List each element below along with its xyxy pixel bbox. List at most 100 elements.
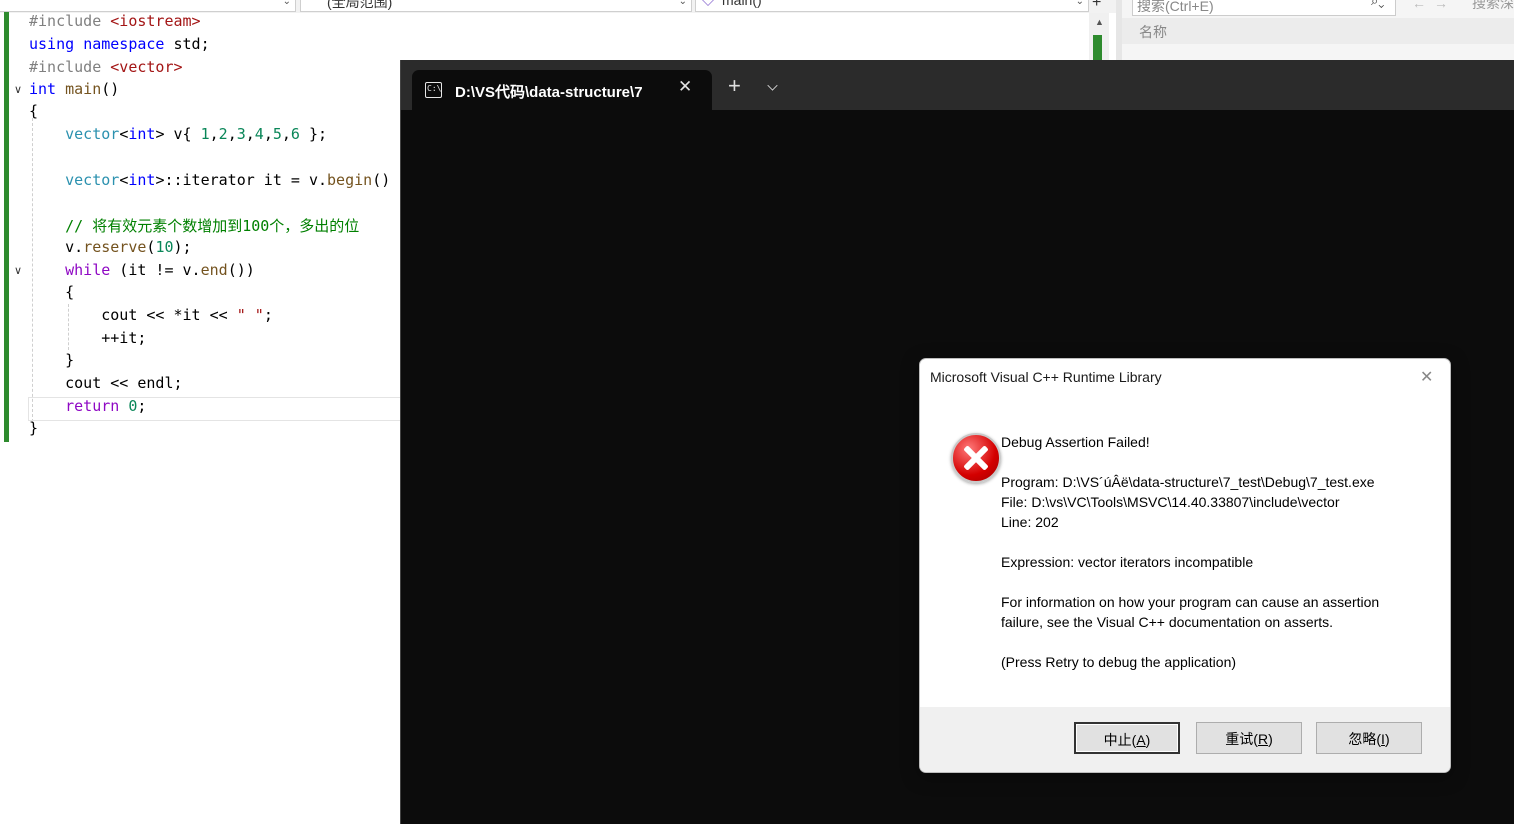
assertion-heading: Debug Assertion Failed! bbox=[1001, 434, 1150, 450]
code-line[interactable]: #include <vector> bbox=[29, 58, 183, 80]
search-icon[interactable]: ⌕⌄ bbox=[1371, 0, 1384, 9]
abort-button[interactable]: 中止(A) bbox=[1074, 722, 1180, 754]
panel-search-placeholder: 搜索(Ctrl+E) bbox=[1137, 0, 1214, 14]
error-icon bbox=[951, 433, 1001, 483]
split-editor-icon[interactable]: + bbox=[1092, 0, 1101, 12]
info-text-line1: For information on how your program can … bbox=[1001, 594, 1380, 610]
code-line[interactable]: // 将有效元素个数增加到100个，多出的位 bbox=[29, 215, 359, 237]
chevron-down-icon: ⌄ bbox=[282, 0, 291, 7]
code-line[interactable]: #include <iostream> bbox=[29, 12, 201, 34]
code-line[interactable]: v.reserve(10); bbox=[29, 238, 192, 260]
code-line[interactable]: using namespace std; bbox=[29, 35, 210, 57]
code-token: ); bbox=[173, 238, 192, 256]
scrollbar-thumb[interactable] bbox=[1093, 35, 1102, 60]
code-token: 1 bbox=[200, 125, 210, 143]
code-line[interactable]: vector<int>::iterator it = v.begin() bbox=[29, 171, 390, 193]
code-line[interactable]: cout << *it << " "; bbox=[29, 306, 273, 328]
code-line[interactable]: cout << endl; bbox=[29, 374, 182, 396]
close-tab-icon[interactable]: ✕ bbox=[678, 77, 692, 97]
retry-button[interactable]: 重试(R) bbox=[1196, 722, 1302, 754]
code-token: cout << *it << bbox=[29, 306, 237, 324]
scope-combo[interactable]: (全局范围) ⌄ bbox=[300, 0, 692, 12]
solution-explorer-panel: 搜索(Ctrl+E) ⌕⌄ ←→ 搜索深 名称 bbox=[1116, 0, 1514, 60]
code-token: ()) bbox=[227, 261, 255, 279]
code-token: reserve bbox=[83, 238, 147, 256]
code-token: begin bbox=[327, 171, 373, 189]
assertion-expression: Expression: vector iterators incompatibl… bbox=[1001, 554, 1254, 570]
code-token: ++it; bbox=[29, 329, 147, 347]
code-token: } bbox=[29, 419, 39, 437]
program-path: Program: D:\VS´úÂë\data-structure\7_test… bbox=[1001, 474, 1375, 490]
code-token: , bbox=[209, 125, 219, 143]
code-line[interactable]: } bbox=[29, 351, 74, 373]
editor-vertical-scrollbar[interactable]: ▲ bbox=[1089, 13, 1109, 60]
code-token: ; bbox=[137, 397, 147, 415]
code-line[interactable]: while (it != v.end()) bbox=[29, 261, 255, 283]
code-token: int bbox=[128, 125, 156, 143]
project-combo[interactable]: ⌄ bbox=[0, 0, 296, 12]
close-icon[interactable]: ✕ bbox=[1420, 367, 1433, 387]
ignore-button[interactable]: 忽略(I) bbox=[1316, 722, 1422, 754]
console-icon: C:\ bbox=[425, 82, 442, 98]
panel-search-depth[interactable]: 搜索深 bbox=[1472, 0, 1514, 13]
code-token: , bbox=[227, 125, 237, 143]
dialog-body: Debug Assertion Failed! Program: D:\VS´ú… bbox=[920, 397, 1450, 707]
code-token: } bbox=[29, 351, 75, 369]
code-token: vector bbox=[65, 125, 120, 143]
change-tracking-margin bbox=[4, 12, 9, 442]
code-line[interactable]: vector<int> v{ 1,2,3,4,5,6 }; bbox=[29, 125, 327, 147]
code-token: 10 bbox=[155, 238, 174, 256]
dialog-button-bar: 中止(A) 重试(R) 忽略(I) bbox=[920, 707, 1450, 772]
code-token: 3 bbox=[236, 125, 246, 143]
terminal-titlebar: C:\ D:\VS代码\data-structure\7 ✕ + bbox=[401, 60, 1514, 110]
chevron-down-icon[interactable] bbox=[767, 80, 778, 91]
code-token: , bbox=[263, 125, 273, 143]
panel-search-box[interactable]: 搜索(Ctrl+E) ⌕⌄ bbox=[1132, 0, 1396, 16]
code-token: v. bbox=[29, 238, 84, 256]
code-token: // 将有效元素个数增加到100个，多出的位 bbox=[65, 217, 360, 235]
method-icon bbox=[702, 0, 714, 6]
code-token: namespace bbox=[83, 35, 174, 53]
code-token: end bbox=[200, 261, 228, 279]
scroll-up-icon[interactable]: ▲ bbox=[1095, 17, 1104, 27]
code-token: <iostream> bbox=[110, 12, 201, 30]
code-token: std; bbox=[173, 35, 210, 53]
code-line[interactable]: { bbox=[29, 283, 74, 305]
plus-icon[interactable]: + bbox=[728, 75, 741, 97]
code-token: int bbox=[128, 171, 156, 189]
code-line[interactable]: ++it; bbox=[29, 329, 146, 351]
terminal-tab[interactable]: C:\ D:\VS代码\data-structure\7 ✕ bbox=[412, 70, 712, 110]
panel-column-header: 名称 bbox=[1122, 18, 1514, 44]
code-line[interactable]: return 0; bbox=[29, 397, 146, 419]
code-token: main bbox=[65, 80, 102, 98]
info-text-line2: failure, see the Visual C++ documentatio… bbox=[1001, 614, 1334, 630]
terminal-tab-title: D:\VS代码\data-structure\7 bbox=[455, 84, 643, 101]
code-line[interactable]: { bbox=[29, 102, 38, 124]
code-token: < bbox=[119, 171, 129, 189]
code-token: " " bbox=[236, 306, 264, 324]
code-line[interactable]: } bbox=[29, 419, 38, 441]
code-token: () bbox=[101, 80, 120, 98]
code-token: { bbox=[29, 283, 75, 301]
code-token: 5 bbox=[272, 125, 282, 143]
chevron-down-icon: ⌄ bbox=[1075, 0, 1084, 7]
fold-toggle-main[interactable]: ∨ bbox=[14, 83, 22, 96]
code-token: vector bbox=[65, 171, 120, 189]
code-token: while bbox=[65, 261, 111, 279]
chevron-down-icon: ⌄ bbox=[678, 0, 687, 7]
back-forward-arrows[interactable]: ←→ bbox=[1412, 0, 1456, 11]
code-token: }; bbox=[299, 125, 328, 143]
member-combo[interactable]: main() ⌄ bbox=[695, 0, 1089, 12]
code-token: () bbox=[372, 171, 391, 189]
code-token: (it != v. bbox=[110, 261, 201, 279]
code-token: >::iterator it = v. bbox=[155, 171, 328, 189]
code-token: 2 bbox=[218, 125, 228, 143]
code-token: ; bbox=[263, 306, 273, 324]
scope-combo-value: (全局范围) bbox=[327, 0, 393, 10]
code-line[interactable]: int main() bbox=[29, 80, 119, 102]
code-token: 4 bbox=[254, 125, 264, 143]
fold-toggle-while[interactable]: ∨ bbox=[14, 264, 22, 277]
